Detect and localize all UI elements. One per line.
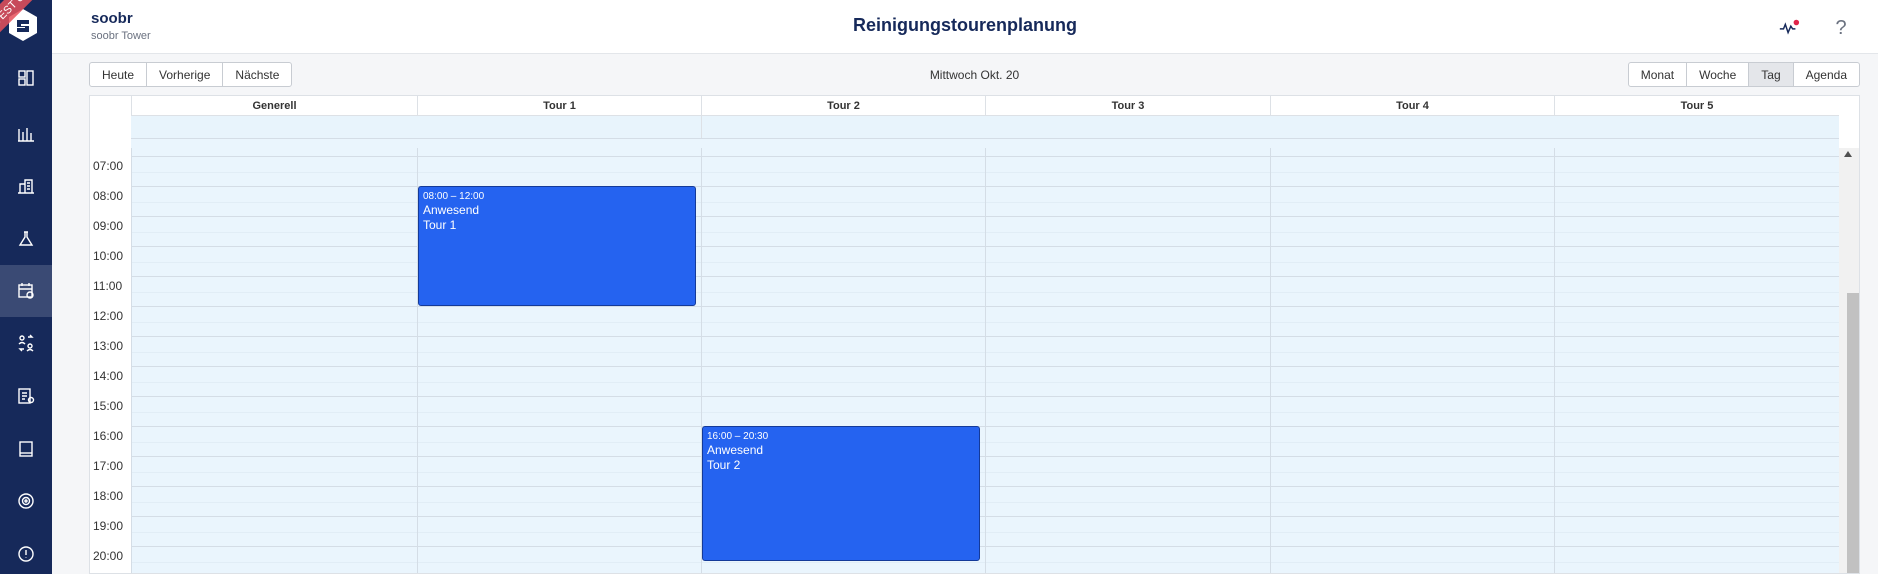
people-swap-icon: [18, 334, 34, 352]
view-button-group: Monat Woche Tag Agenda: [1627, 62, 1860, 87]
analytics-icon: [18, 128, 34, 142]
time-label: 20:00: [93, 549, 124, 563]
sidebar-item-sensor[interactable]: [0, 475, 52, 527]
column-header-tour-2: Tour 2: [701, 96, 985, 116]
sidebar-item-alert[interactable]: [0, 528, 52, 574]
view-day-button[interactable]: Tag: [1748, 62, 1794, 87]
notification-dot-icon: [1793, 19, 1800, 26]
book-icon: [19, 441, 33, 457]
calendar-event[interactable]: 16:00 – 20:30 Anwesend Tour 2: [702, 426, 980, 561]
view-agenda-button[interactable]: Agenda: [1792, 62, 1860, 87]
sidebar-item-dashboard[interactable]: [0, 52, 52, 104]
dashboard-icon: [18, 70, 34, 86]
view-month-button[interactable]: Monat: [1627, 62, 1688, 87]
current-date-label: Mittwoch Okt. 20: [929, 68, 1020, 82]
time-label: 07:00: [93, 159, 124, 173]
time-label: 17:00: [93, 459, 124, 473]
time-label: 09:00: [93, 219, 124, 233]
calendar-event[interactable]: 08:00 – 12:00 Anwesend Tour 1: [418, 186, 696, 306]
buildings-icon: [18, 179, 34, 194]
app-logo[interactable]: TEST Umgebung: [0, 0, 52, 52]
activity-button[interactable]: [1777, 16, 1801, 40]
sensor-icon: [18, 493, 34, 509]
column-divider: [131, 148, 132, 573]
time-label: 15:00: [93, 399, 124, 413]
event-tour: Tour 2: [707, 458, 741, 472]
event-time: 08:00 – 12:00: [423, 191, 485, 202]
column-header-tour-4: Tour 4: [1270, 96, 1554, 116]
time-label: 10:00: [93, 249, 124, 263]
event-time: 16:00 – 20:30: [707, 431, 769, 442]
time-label: 19:00: [93, 519, 124, 533]
help-icon: ?: [1835, 16, 1847, 39]
sidebar-item-documents[interactable]: [0, 370, 52, 422]
sidebar-item-calendar[interactable]: [0, 265, 52, 317]
alert-icon: [18, 546, 34, 562]
page-title: Reinigungstourenplanung: [853, 15, 1077, 35]
sidebar: TEST Umgebung: [0, 0, 52, 574]
sidebar-item-buildings[interactable]: [0, 160, 52, 212]
time-label: 08:00: [93, 189, 124, 203]
calendar-scrollbar[interactable]: [1839, 148, 1859, 573]
column-header-generell: Generell: [131, 96, 417, 116]
lab-icon: [18, 231, 34, 246]
calendar-toolbar: Heute Vorherige Nächste Mittwoch Okt. 20…: [89, 62, 1860, 88]
event-tour: Tour 1: [423, 218, 457, 232]
sidebar-item-book[interactable]: [0, 423, 52, 475]
sidebar-item-analytics[interactable]: [0, 108, 52, 160]
event-title: Anwesend: [707, 443, 764, 457]
scroll-up-arrow-icon[interactable]: [1844, 151, 1852, 157]
sidebar-item-lab[interactable]: [0, 213, 52, 265]
column-divider: [1554, 148, 1555, 573]
view-week-button[interactable]: Woche: [1686, 62, 1750, 87]
app-header: soobr soobr Tower Reinigungstourenplanun…: [52, 0, 1878, 54]
sidebar-item-people[interactable]: [0, 317, 52, 369]
time-label: 14:00: [93, 369, 124, 383]
column-divider: [1270, 148, 1271, 573]
day-calendar: Generell Tour 1 Tour 2 Tour 3 Tour 4 Tou…: [89, 95, 1860, 574]
time-label: 18:00: [93, 489, 124, 503]
time-label: 11:00: [93, 279, 123, 293]
calendar-icon: [18, 283, 34, 299]
time-label: 12:00: [93, 309, 124, 323]
time-label: 16:00: [93, 429, 124, 443]
event-title: Anwesend: [423, 203, 480, 217]
document-list-icon: [18, 388, 35, 404]
activity-pulse-icon: [1779, 19, 1800, 35]
column-header-tour-3: Tour 3: [985, 96, 1270, 116]
column-divider: [985, 148, 986, 573]
scrollbar-thumb[interactable]: [1847, 293, 1859, 573]
column-header-tour-1: Tour 1: [417, 96, 701, 116]
time-label: 13:00: [93, 339, 124, 353]
column-header-tour-5: Tour 5: [1554, 96, 1839, 116]
help-button[interactable]: ?: [1829, 16, 1853, 40]
